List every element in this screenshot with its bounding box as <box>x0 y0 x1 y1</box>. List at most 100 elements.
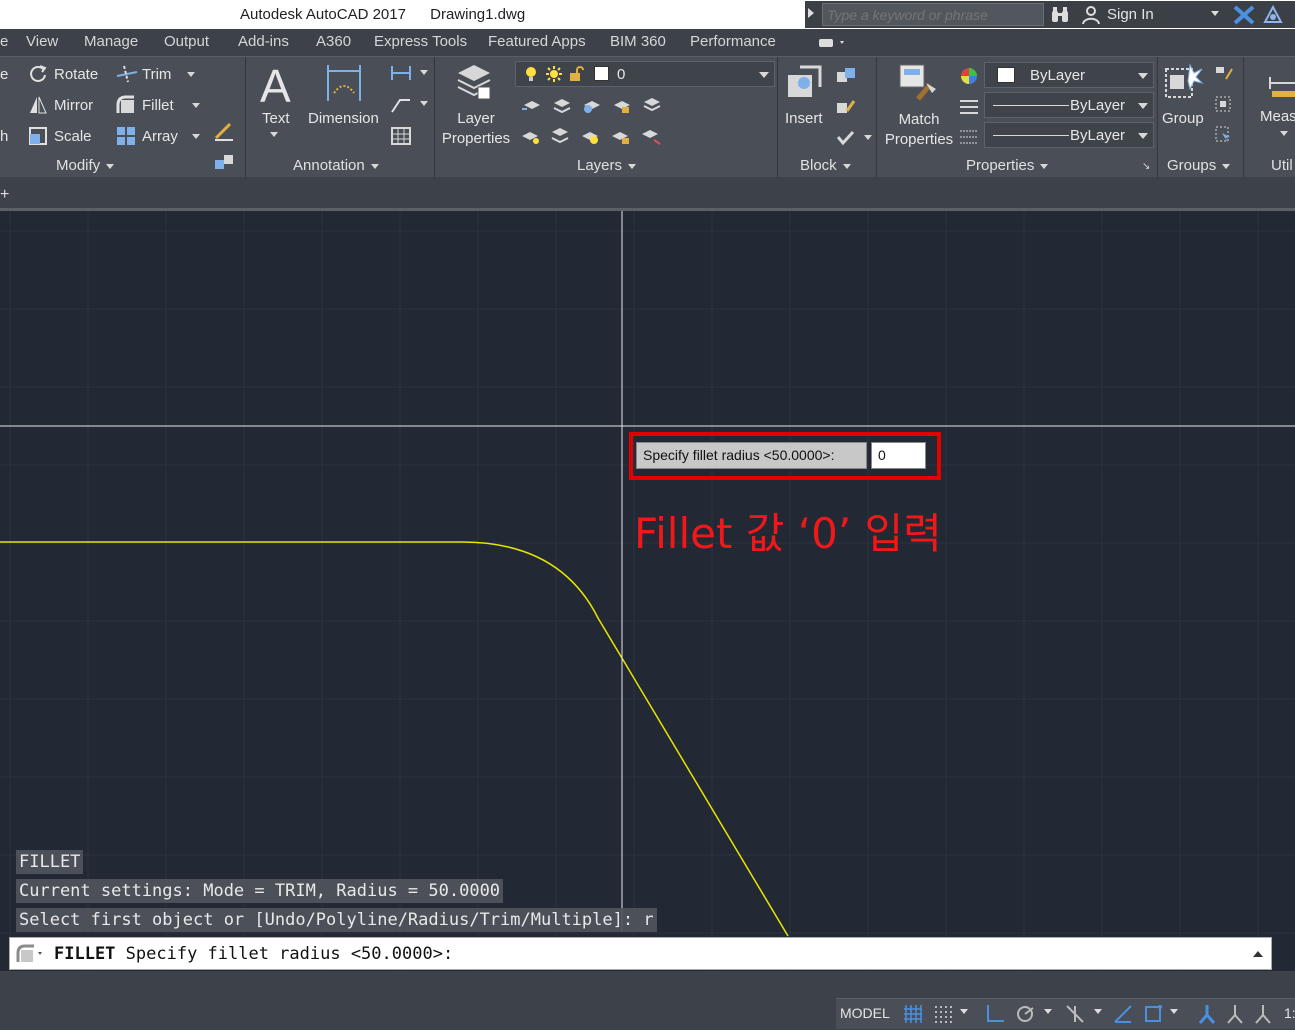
move-partial[interactable]: e <box>0 66 8 83</box>
sign-in-dropdown-icon[interactable] <box>1211 11 1219 16</box>
group-button[interactable]: Group <box>1160 59 1208 149</box>
mirror-button[interactable]: Mirror <box>28 95 93 115</box>
dimension-button[interactable]: Dimension <box>306 59 386 149</box>
layer-walk-icon[interactable] <box>550 126 570 144</box>
erase-icon[interactable] <box>213 121 233 141</box>
measure-icon[interactable] <box>1268 69 1295 99</box>
layer-merge-icon[interactable] <box>640 126 661 145</box>
layer-isolate-icon[interactable] <box>520 126 540 144</box>
dynamic-input-field[interactable]: 0 <box>871 442 926 469</box>
grid-display-icon[interactable] <box>902 1003 924 1025</box>
create-block-icon[interactable] <box>835 66 855 84</box>
table-icon[interactable] <box>390 126 411 145</box>
leader-icon[interactable] <box>390 94 410 113</box>
annotation-scale-icon[interactable] <box>1252 1003 1274 1025</box>
tab-output[interactable]: Output <box>164 33 209 50</box>
measure-label[interactable]: Meas <box>1260 108 1295 125</box>
layer-set-current-icon[interactable] <box>520 95 540 113</box>
layer-dropdown[interactable]: 0 <box>515 61 775 87</box>
layers-panel-title[interactable]: Layers <box>577 157 637 174</box>
annotation-panel-title[interactable]: Annotation <box>293 157 379 174</box>
command-line[interactable]: FILLET Specify fillet radius <50.0000>: <box>9 937 1272 970</box>
insert-button[interactable]: Insert <box>782 59 828 149</box>
fillet-label: Fillet <box>142 96 174 114</box>
fillet-button[interactable]: Fillet <box>116 95 200 115</box>
edit-attributes-icon[interactable] <box>835 128 855 146</box>
new-tab-plus-icon[interactable]: + <box>0 186 9 204</box>
object-snap-tracking-icon[interactable] <box>1112 1003 1134 1025</box>
command-history-up-icon[interactable] <box>1253 951 1263 957</box>
group-selection-icon[interactable] <box>1214 125 1234 143</box>
measure-dropdown-icon[interactable] <box>1280 131 1288 136</box>
text-button[interactable]: A Text <box>256 59 300 149</box>
snap-dropdown-icon[interactable] <box>960 1009 968 1014</box>
layer-freeze-icon[interactable] <box>580 95 600 113</box>
groups-panel-title[interactable]: Groups <box>1167 157 1231 174</box>
object-snap-icon[interactable] <box>1142 1003 1164 1025</box>
drawing-canvas[interactable]: FILLET Current settings: Mode = TRIM, Ra… <box>0 211 1295 971</box>
autodesk-a360-icon[interactable] <box>1263 4 1283 25</box>
layer-lock-icon[interactable] <box>610 95 630 113</box>
auto-scale-icon[interactable] <box>1224 1003 1246 1025</box>
expand-arrow-icon[interactable] <box>808 8 814 18</box>
sign-in-link[interactable]: Sign In <box>1107 6 1154 23</box>
status-bar: MODEL 1: <box>0 971 1295 1030</box>
color-dropdown[interactable]: ByLayer <box>984 62 1154 88</box>
layer-unlock-icon[interactable] <box>610 126 630 144</box>
ribbon-toggle-icon[interactable] <box>818 36 848 53</box>
tab-bim-360[interactable]: BIM 360 <box>610 33 666 50</box>
binoculars-icon[interactable] <box>1050 5 1070 25</box>
explode-icon[interactable] <box>213 152 233 170</box>
scale-button[interactable]: Scale <box>28 126 92 146</box>
fillet-dropdown-icon[interactable] <box>191 102 200 108</box>
tab-home-partial[interactable]: e <box>0 33 8 50</box>
model-space-button[interactable]: MODEL <box>840 1005 890 1021</box>
linetype-dropdown[interactable]: ByLayer <box>984 92 1154 118</box>
search-input[interactable] <box>822 3 1044 26</box>
command-text[interactable]: FILLET Specify fillet radius <50.0000>: <box>54 944 453 964</box>
trim-button[interactable]: Trim <box>116 64 196 84</box>
edit-block-icon[interactable] <box>835 97 856 115</box>
command-customize-icon[interactable] <box>16 944 42 964</box>
layer-match-icon[interactable] <box>550 95 571 114</box>
annotation-visibility-icon[interactable] <box>1196 1003 1218 1025</box>
trim-dropdown-icon[interactable] <box>187 71 196 77</box>
modify-panel-title[interactable]: Modify <box>56 157 115 174</box>
scale-readout[interactable]: 1: <box>1284 1005 1295 1021</box>
array-button[interactable]: Array <box>116 126 200 146</box>
rotate-button[interactable]: Rotate <box>28 64 98 84</box>
group-edit-icon[interactable] <box>1214 95 1234 113</box>
exchange-apps-icon[interactable] <box>1233 5 1255 25</box>
layer-previous-icon[interactable] <box>640 95 661 113</box>
tab-featured-apps[interactable]: Featured Apps <box>488 33 586 50</box>
lineweight-dropdown[interactable]: ByLayer <box>984 122 1154 148</box>
edit-attributes-dropdown-icon[interactable] <box>864 135 872 140</box>
tab-express-tools[interactable]: Express Tools <box>374 33 467 50</box>
tab-performance[interactable]: Performance <box>690 33 776 50</box>
properties-panel-title[interactable]: Properties <box>966 157 1049 174</box>
tab-a360[interactable]: A360 <box>316 33 351 50</box>
tab-view[interactable]: View <box>26 33 58 50</box>
snap-mode-icon[interactable] <box>932 1003 954 1025</box>
object-snap-dropdown-icon[interactable] <box>1170 1009 1178 1014</box>
block-panel-title[interactable]: Block <box>800 157 851 174</box>
match-properties-button[interactable]: Match Properties <box>882 59 956 151</box>
linear-dropdown-icon[interactable] <box>420 70 428 75</box>
linear-dimension-icon[interactable] <box>390 63 411 81</box>
stretch-partial[interactable]: h <box>0 128 8 145</box>
isodraft-dropdown-icon[interactable] <box>1094 1009 1102 1014</box>
array-dropdown-icon[interactable] <box>191 133 200 139</box>
polar-tracking-icon[interactable] <box>1014 1003 1036 1025</box>
leader-dropdown-icon[interactable] <box>420 101 428 106</box>
utilities-panel-title[interactable]: Util <box>1271 157 1293 174</box>
layer-properties-button[interactable]: Layer Properties <box>440 59 512 151</box>
isodraft-icon[interactable] <box>1064 1003 1086 1025</box>
tab-add-ins[interactable]: Add-ins <box>238 33 289 50</box>
dialog-launcher-icon[interactable]: ↘ <box>1142 161 1150 172</box>
ortho-mode-icon[interactable] <box>984 1003 1006 1025</box>
user-icon[interactable] <box>1081 5 1101 25</box>
ungroup-icon[interactable] <box>1214 65 1234 83</box>
tab-manage[interactable]: Manage <box>84 33 138 50</box>
polar-dropdown-icon[interactable] <box>1044 1009 1052 1014</box>
layer-thaw-icon[interactable] <box>580 126 600 144</box>
